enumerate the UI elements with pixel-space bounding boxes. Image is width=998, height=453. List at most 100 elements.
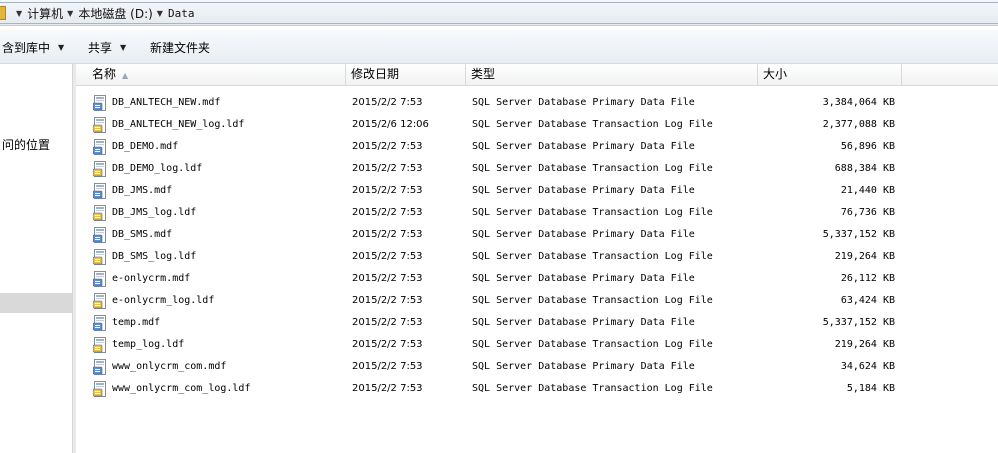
sql-log-file-icon [93, 117, 106, 133]
file-date: 2015/2/2 7:53 [352, 273, 423, 284]
file-type: SQL Server Database Primary Data File [472, 185, 695, 196]
file-row[interactable]: DB_JMS_log.ldf 2015/2/2 7:53 SQL Server Da… [76, 202, 998, 224]
column-header-name[interactable]: 名称 ▲ [76, 64, 346, 86]
file-name: www_onlycrm_com.mdf [112, 361, 227, 372]
chevron-down-icon[interactable]: ▼ [157, 9, 163, 18]
file-type: SQL Server Database Primary Data File [472, 97, 695, 108]
file-date: 2015/2/2 7:53 [352, 207, 423, 218]
file-row[interactable]: DB_DEMO.mdf 2015/2/2 7:53 SQL Server Datab… [76, 136, 998, 158]
nav-item-selected[interactable] [0, 293, 72, 313]
file-name: DB_JMS_log.ldf [112, 207, 197, 218]
new-folder-button[interactable]: 新建文件夹 [150, 39, 210, 56]
file-name: temp.mdf [112, 317, 161, 328]
nav-item-recent-places[interactable]: 问的位置 [2, 136, 50, 153]
file-row[interactable]: www_onlycrm_com.mdf 2015/2/2 7:53 SQL Serv… [76, 356, 998, 378]
sql-data-file-icon [93, 315, 106, 331]
sql-data-file-icon [93, 271, 106, 287]
sql-data-file-icon [93, 139, 106, 155]
file-size: 219,264 KB [834, 339, 895, 350]
column-date-label: 修改日期 [351, 67, 400, 81]
share-label: 共享 [88, 41, 113, 55]
file-name: DB_DEMO_log.ldf [112, 163, 203, 174]
file-size: 2,377,088 KB [822, 119, 895, 130]
file-name: e-onlycrm.mdf [112, 273, 191, 284]
column-size-label: 大小 [763, 67, 788, 81]
breadcrumb: ▼ 计算机 ▼ 本地磁盘 (D:) ▼ Data [0, 5, 194, 21]
navigation-pane[interactable]: 问的位置 [0, 64, 73, 453]
command-bar: 含到库中 ▼ 共享 ▼ 新建文件夹 [0, 30, 998, 64]
file-name: DB_JMS.mdf [112, 185, 173, 196]
column-name-label: 名称 [92, 67, 117, 81]
breadcrumb-data[interactable]: Data [168, 7, 195, 20]
breadcrumb-local-disk[interactable]: 本地磁盘 (D:) [78, 5, 152, 22]
address-bar[interactable]: ▼ 计算机 ▼ 本地磁盘 (D:) ▼ Data [0, 0, 998, 26]
file-row[interactable]: temp_log.ldf 2015/2/2 7:53 SQL Server Data… [76, 334, 998, 356]
file-row[interactable]: DB_DEMO_log.ldf 2015/2/2 7:53 SQL Server D… [76, 158, 998, 180]
sql-data-file-icon [93, 227, 106, 243]
sql-data-file-icon [93, 183, 106, 199]
file-type: SQL Server Database Primary Data File [472, 273, 695, 284]
file-type: SQL Server Database Transaction Log File [472, 251, 713, 262]
file-name: DB_SMS.mdf [112, 229, 173, 240]
file-size: 5,184 KB [846, 383, 895, 394]
share-button[interactable]: 共享 ▼ [88, 39, 126, 56]
file-date: 2015/2/2 7:53 [352, 295, 423, 306]
file-date: 2015/2/2 7:53 [352, 163, 423, 174]
file-date: 2015/2/2 7:53 [352, 383, 423, 394]
sql-data-file-icon [93, 359, 106, 375]
file-row[interactable]: DB_ANLTECH_NEW_log.ldf 2015/2/6 12:06 SQL … [76, 114, 998, 136]
file-row[interactable]: DB_JMS.mdf 2015/2/2 7:53 SQL Server Databa… [76, 180, 998, 202]
dropdown-arrow-icon: ▼ [58, 43, 65, 52]
file-row[interactable]: DB_ANLTECH_NEW.mdf 2015/2/2 7:53 SQL Serve… [76, 92, 998, 114]
file-size: 34,624 KB [840, 361, 895, 372]
sql-log-file-icon [93, 381, 106, 397]
chevron-down-icon[interactable]: ▼ [67, 9, 73, 18]
file-type: SQL Server Database Primary Data File [472, 141, 695, 152]
file-date: 2015/2/6 12:06 [352, 119, 429, 130]
file-date: 2015/2/2 7:53 [352, 97, 423, 108]
file-row[interactable]: www_onlycrm_com_log.ldf 2015/2/2 7:53 SQL … [76, 378, 998, 400]
file-size: 5,337,152 KB [822, 229, 895, 240]
file-size: 56,896 KB [840, 141, 895, 152]
file-type: SQL Server Database Transaction Log File [472, 163, 713, 174]
file-type: SQL Server Database Transaction Log File [472, 207, 713, 218]
file-row[interactable]: temp.mdf 2015/2/2 7:53 SQL Server Database… [76, 312, 998, 334]
file-date: 2015/2/2 7:53 [352, 361, 423, 372]
column-header-size[interactable]: 大小 [758, 64, 902, 86]
breadcrumb-computer[interactable]: 计算机 [27, 5, 63, 22]
sql-data-file-icon [93, 95, 106, 111]
column-header-date[interactable]: 修改日期 [346, 64, 466, 86]
include-in-library-label: 含到库中 [2, 41, 51, 55]
file-name: DB_ANLTECH_NEW.mdf [112, 97, 221, 108]
file-row[interactable]: e-onlycrm.mdf 2015/2/2 7:53 SQL Server Dat… [76, 268, 998, 290]
sql-log-file-icon [93, 161, 106, 177]
file-row[interactable]: DB_SMS_log.ldf 2015/2/2 7:53 SQL Server Da… [76, 246, 998, 268]
file-name: DB_DEMO.mdf [112, 141, 179, 152]
sort-ascending-icon: ▲ [122, 71, 129, 80]
chevron-down-icon[interactable]: ▼ [16, 9, 22, 18]
sql-log-file-icon [93, 249, 106, 265]
file-name: DB_ANLTECH_NEW_log.ldf [112, 119, 245, 130]
column-header-type[interactable]: 类型 [466, 64, 758, 86]
file-type: SQL Server Database Transaction Log File [472, 119, 713, 130]
file-size: 219,264 KB [834, 251, 895, 262]
file-name: DB_SMS_log.ldf [112, 251, 197, 262]
sql-log-file-icon [93, 205, 106, 221]
file-date: 2015/2/2 7:53 [352, 251, 423, 262]
sql-log-file-icon [93, 293, 106, 309]
file-date: 2015/2/2 7:53 [352, 141, 423, 152]
file-size: 76,736 KB [840, 207, 895, 218]
folder-icon [0, 6, 6, 20]
include-in-library-button[interactable]: 含到库中 ▼ [2, 39, 64, 56]
file-size: 21,440 KB [840, 185, 895, 196]
file-date: 2015/2/2 7:53 [352, 185, 423, 196]
file-type: SQL Server Database Primary Data File [472, 317, 695, 328]
file-row[interactable]: e-onlycrm_log.ldf 2015/2/2 7:53 SQL Server… [76, 290, 998, 312]
file-date: 2015/2/2 7:53 [352, 317, 423, 328]
sql-log-file-icon [93, 337, 106, 353]
file-row[interactable]: DB_SMS.mdf 2015/2/2 7:53 SQL Server Databa… [76, 224, 998, 246]
file-size: 3,384,064 KB [822, 97, 895, 108]
file-type: SQL Server Database Primary Data File [472, 361, 695, 372]
file-size: 63,424 KB [840, 295, 895, 306]
file-date: 2015/2/2 7:53 [352, 339, 423, 350]
